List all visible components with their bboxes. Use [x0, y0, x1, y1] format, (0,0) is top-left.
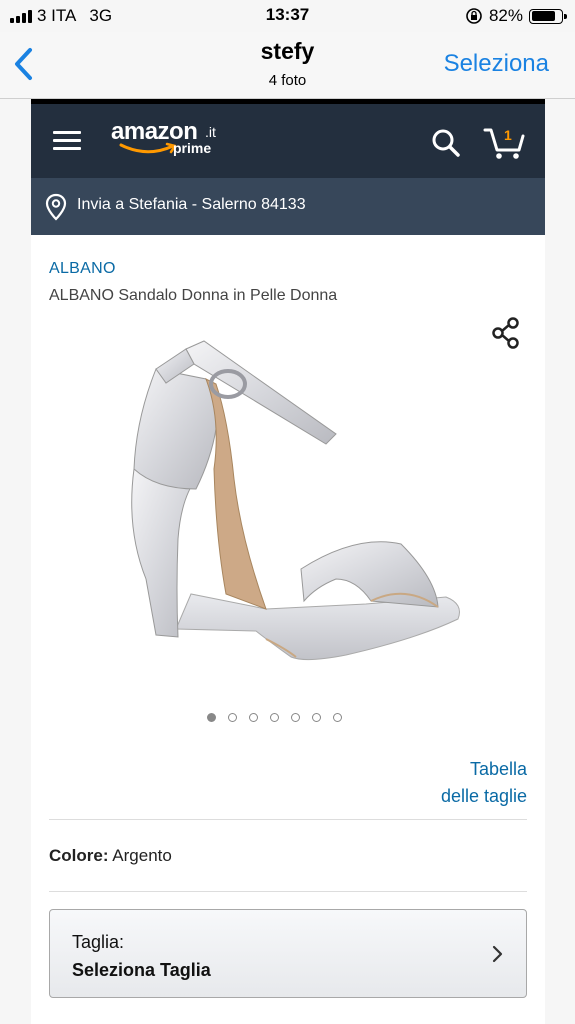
deliver-to-bar[interactable]: Invia a Stefania - Salerno 84133: [31, 178, 545, 235]
carousel-dot[interactable]: [291, 713, 300, 722]
select-button[interactable]: Seleziona: [444, 50, 549, 78]
logo-prime: prime: [173, 140, 212, 156]
size-chart-line2: delle taglie: [440, 786, 527, 806]
product-title: ALBANO Sandalo Donna in Pelle Donna: [49, 287, 338, 304]
carousel-dot[interactable]: [207, 713, 216, 722]
color-row: Colore: Argento: [49, 846, 172, 866]
divider: [49, 891, 527, 892]
location-pin-icon: [45, 193, 67, 221]
size-label: Taglia:: [72, 932, 125, 952]
brand-link[interactable]: ALBANO: [49, 260, 116, 278]
amazon-header: amazon .it prime 1: [31, 104, 545, 178]
carousel-dot[interactable]: [312, 713, 321, 722]
color-value: Argento: [112, 846, 172, 865]
menu-icon[interactable]: [53, 131, 81, 151]
carousel-dot[interactable]: [228, 713, 237, 722]
logo-tld: .it: [205, 124, 216, 140]
smile-icon: [119, 142, 177, 154]
product-image-sandal[interactable]: [116, 339, 466, 669]
carousel-dot[interactable]: [249, 713, 258, 722]
orientation-lock-icon: [466, 8, 482, 24]
carousel-dot[interactable]: [333, 713, 342, 722]
color-label: Colore:: [49, 846, 109, 865]
deliver-to-text: Invia a Stefania - Salerno 84133: [77, 196, 306, 213]
chevron-right-icon: [492, 945, 503, 963]
size-chart-line1: Tabella: [469, 759, 527, 779]
search-icon[interactable]: [431, 128, 461, 158]
photos-nav-bar: stefy 4 foto Seleziona: [0, 32, 575, 99]
amazon-screenshot: amazon .it prime 1 Invia a Stefania - Sa…: [31, 99, 545, 1024]
amazon-logo[interactable]: amazon .it prime: [111, 118, 231, 168]
divider: [49, 819, 527, 820]
size-value: Seleziona Taglia: [72, 960, 211, 980]
battery-percent: 82%: [488, 6, 523, 25]
image-carousel-dots[interactable]: [207, 713, 342, 722]
share-icon[interactable]: [491, 317, 521, 349]
battery-icon: [529, 8, 567, 24]
carousel-dot[interactable]: [270, 713, 279, 722]
size-dropdown[interactable]: Taglia: Seleziona Taglia: [49, 909, 527, 998]
size-chart-link[interactable]: Tabella delle taglie: [441, 756, 527, 810]
cart-count: 1: [504, 127, 512, 143]
cart-icon[interactable]: 1: [483, 124, 527, 160]
status-bar: 3 ITA 3G 13:37 82%: [0, 0, 575, 32]
